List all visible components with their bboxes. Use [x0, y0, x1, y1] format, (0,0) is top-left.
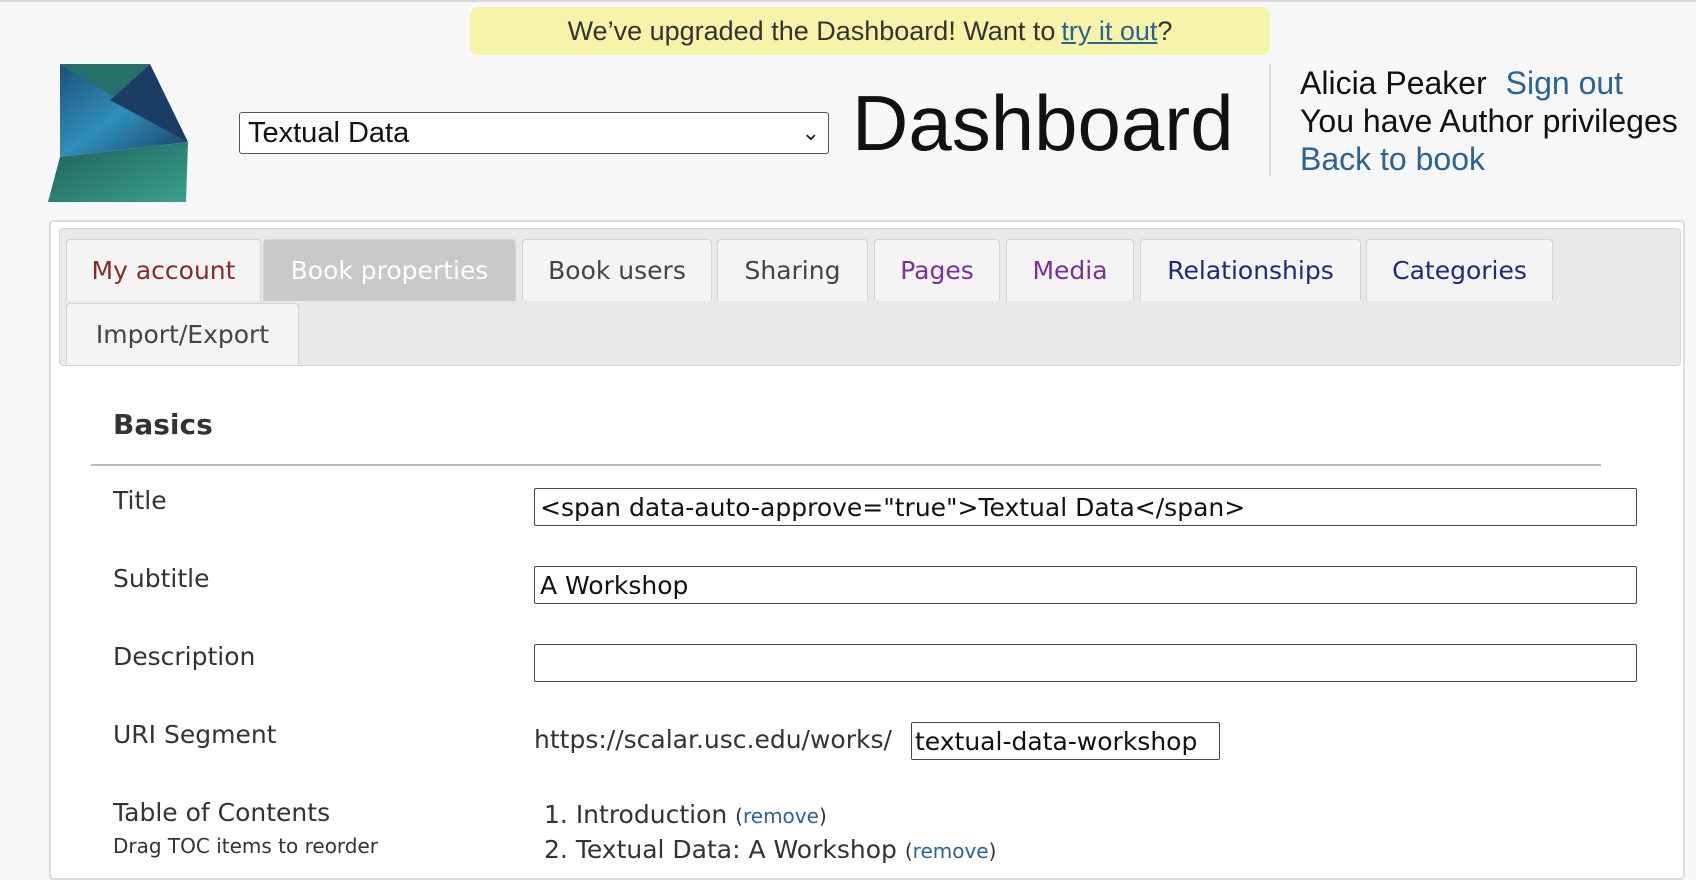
tab-label: Book users: [548, 256, 686, 285]
tab-book-properties[interactable]: Book properties: [263, 239, 516, 301]
tab-relationships[interactable]: Relationships: [1140, 239, 1361, 301]
subtitle-label: Subtitle: [113, 564, 210, 593]
book-select-value: Textual Data: [248, 116, 410, 149]
toc-item-number: 2.: [544, 835, 568, 864]
page-title: Dashboard: [852, 79, 1234, 167]
tab-pages[interactable]: Pages: [874, 239, 1000, 301]
header-divider: [1269, 64, 1271, 176]
book-select[interactable]: Textual Data ⌄: [239, 112, 829, 154]
tab-label: Import/Export: [95, 320, 270, 349]
uri-prefix: https://scalar.usc.edu/works/: [534, 725, 892, 754]
user-box: Alicia Peaker Sign out You have Author p…: [1300, 64, 1678, 178]
description-field[interactable]: [534, 644, 1637, 682]
chevron-down-icon: ⌄: [801, 120, 820, 145]
scalar-logo[interactable]: [48, 62, 200, 202]
tab-sharing[interactable]: Sharing: [717, 239, 868, 301]
privileges-text: You have Author privileges: [1300, 103, 1678, 139]
toc-item-number: 1.: [544, 800, 568, 829]
upgrade-banner: We’ve upgraded the Dashboard! Want to tr…: [470, 7, 1270, 55]
section-title: Basics: [113, 408, 213, 441]
uri-segment-label: URI Segment: [113, 720, 277, 749]
dashboard-panel: My account Book properties Book users Sh…: [49, 220, 1685, 880]
tab-label: My account: [91, 256, 236, 285]
sign-out-link[interactable]: Sign out: [1506, 65, 1623, 101]
back-to-book-link[interactable]: Back to book: [1300, 141, 1485, 177]
title-field[interactable]: <span data-auto-approve="true">Textual D…: [534, 488, 1637, 526]
tab-my-account[interactable]: My account: [66, 239, 261, 301]
list-item[interactable]: 1. Introduction (remove): [544, 798, 996, 833]
subtitle-field[interactable]: A Workshop: [534, 566, 1637, 604]
remove-link[interactable]: remove: [743, 804, 819, 828]
title-label: Title: [113, 486, 167, 515]
list-item[interactable]: 2. Textual Data: A Workshop (remove): [544, 833, 996, 868]
tab-label: Sharing: [744, 256, 841, 285]
tab-label: Book properties: [290, 256, 489, 285]
user-name: Alicia Peaker: [1300, 65, 1487, 101]
tab-categories[interactable]: Categories: [1366, 239, 1553, 301]
tab-media[interactable]: Media: [1006, 239, 1134, 301]
tab-label: Relationships: [1167, 256, 1334, 285]
description-label: Description: [113, 642, 256, 671]
toc-hint: Drag TOC items to reorder: [113, 834, 379, 858]
uri-segment-field[interactable]: textual-data-workshop: [911, 722, 1220, 760]
toc-item-title: Textual Data: A Workshop: [575, 835, 897, 864]
tab-label: Media: [1032, 256, 1108, 285]
tab-label: Categories: [1392, 256, 1527, 285]
banner-suffix: ?: [1157, 15, 1173, 46]
toc-list: 1. Introduction (remove) 2. Textual Data…: [544, 798, 996, 868]
toc-item-title: Introduction: [575, 800, 728, 829]
remove-link[interactable]: remove: [913, 839, 989, 863]
toc-label: Table of Contents: [113, 798, 331, 827]
try-it-out-link[interactable]: try it out: [1061, 16, 1157, 47]
tab-bar: My account Book properties Book users Sh…: [59, 228, 1681, 366]
tab-import-export[interactable]: Import/Export: [66, 303, 299, 365]
tab-book-users[interactable]: Book users: [522, 239, 712, 301]
tab-label: Pages: [900, 256, 974, 285]
section-divider: [91, 464, 1601, 466]
banner-text: We’ve upgraded the Dashboard! Want to: [567, 15, 1056, 46]
